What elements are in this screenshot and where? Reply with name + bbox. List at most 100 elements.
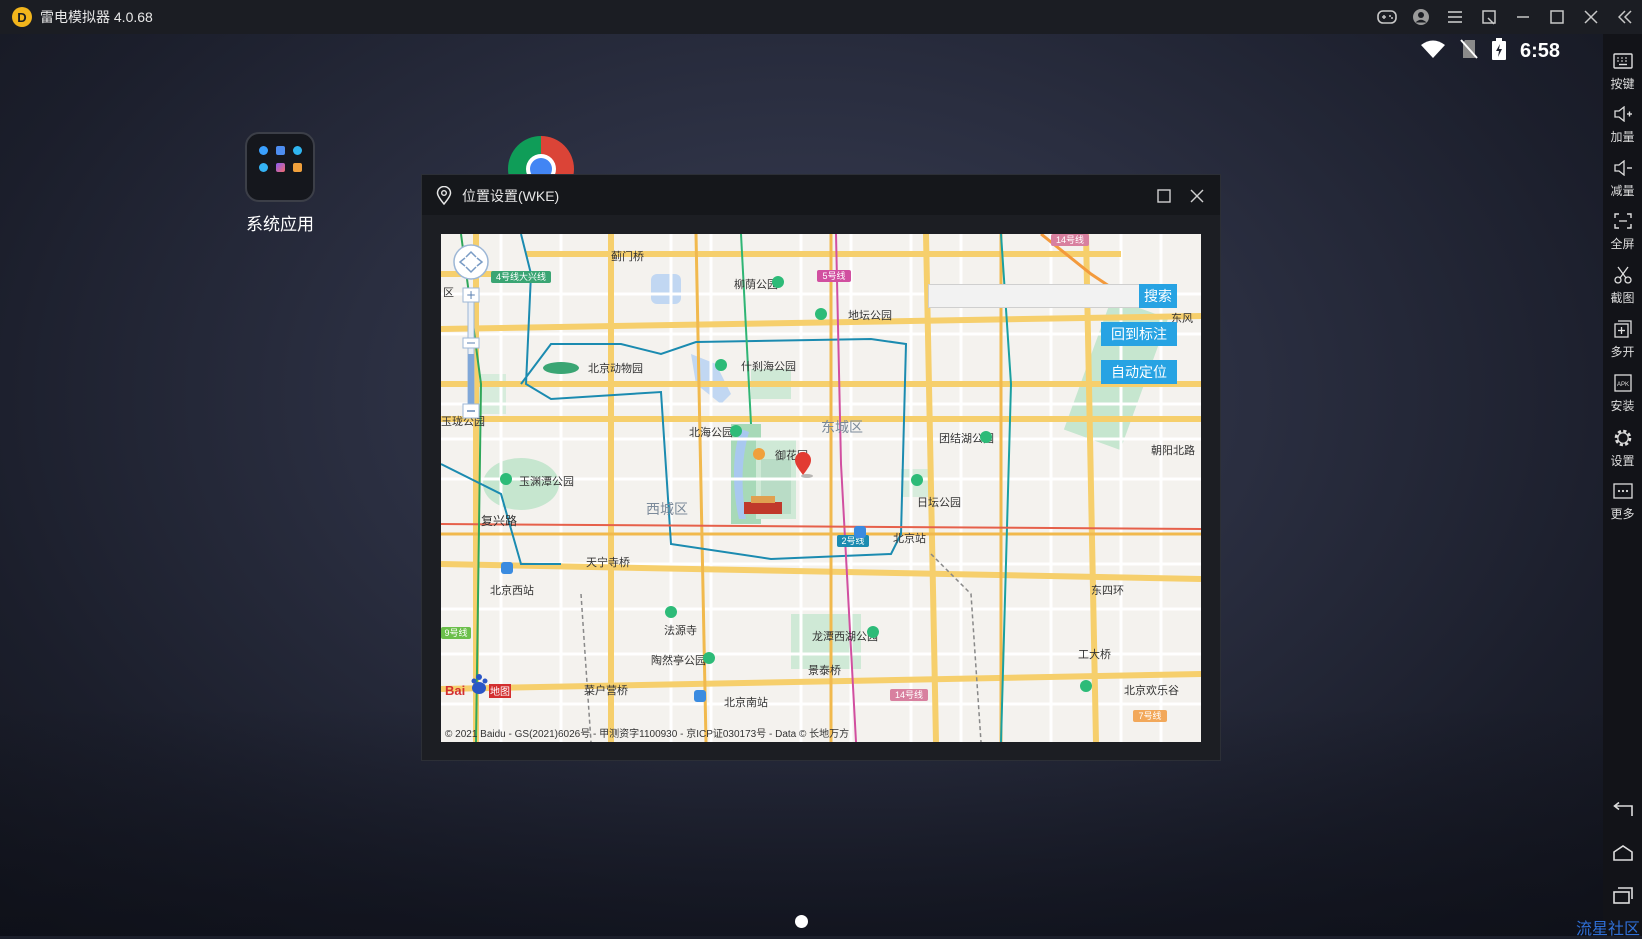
- line-badge-7: 7号线: [1138, 710, 1161, 721]
- location-marker-icon[interactable]: [795, 452, 813, 478]
- place-label: 菜户营桥: [584, 683, 628, 697]
- place-label: 柳荫公园: [734, 277, 778, 291]
- place-label: 陶然亭公园: [651, 653, 706, 667]
- title-controls: [1370, 0, 1642, 34]
- scissors-icon: [1612, 264, 1634, 286]
- svg-text:地图: 地图: [490, 685, 510, 698]
- status-clock: 6:58: [1519, 39, 1560, 62]
- system-apps-folder-icon[interactable]: [245, 132, 315, 202]
- title-bar: D 雷电模拟器 4.0.68: [0, 0, 1642, 34]
- sidebar-item-keymapping[interactable]: 按键: [1603, 46, 1642, 98]
- sidebar-item-multi-instance[interactable]: 多开: [1603, 314, 1642, 366]
- close-icon[interactable]: [1190, 188, 1204, 207]
- svg-text:+: +: [466, 288, 476, 302]
- place-label: 区: [443, 287, 454, 299]
- gear-icon: [1612, 427, 1634, 449]
- sidebar-item-label: 加量: [1610, 130, 1635, 144]
- baidu-map[interactable]: 4号线大兴线 5号线 14号线 2号线 9号线 14号线 7号线 东城区 西城区…: [441, 234, 1201, 742]
- minimize-icon[interactable]: [1506, 0, 1540, 34]
- app-logo-icon: D: [12, 7, 32, 27]
- place-label: 朝阳北路: [1151, 444, 1195, 457]
- place-label: 北京西站: [490, 583, 534, 597]
- app-title: 雷电模拟器 4.0.68: [40, 9, 153, 25]
- sidebar-item-volume-up[interactable]: 加量: [1603, 99, 1642, 151]
- sidebar-item-install-apk[interactable]: APK 安装: [1603, 368, 1642, 420]
- place-label: 景泰桥: [808, 663, 841, 677]
- svg-text:Bai: Bai: [445, 683, 465, 698]
- dialog-header: 位置设置(WKE): [422, 175, 1220, 215]
- sidebar-item-label: 安装: [1610, 399, 1635, 413]
- map-search-input[interactable]: [928, 284, 1140, 308]
- place-label: 北京南站: [724, 695, 768, 709]
- fullscreen-icon: [1612, 210, 1634, 232]
- place-label: 法源寺: [664, 623, 697, 637]
- east-fourth-ring-label: 东四环: [1091, 584, 1124, 597]
- map-copyright: © 2021 Baidu - GS(2021)6026号 - 甲测资字11009…: [445, 729, 850, 740]
- place-label: 工大桥: [1078, 647, 1111, 661]
- close-icon[interactable]: [1574, 0, 1608, 34]
- sidebar-item-label: 多开: [1610, 345, 1635, 359]
- sidebar-item-fullscreen[interactable]: 全屏: [1603, 206, 1642, 258]
- line-badge-4: 4号线大兴线: [496, 271, 546, 282]
- district-label: 西城区: [646, 501, 688, 517]
- more-icon: [1612, 480, 1634, 502]
- apk-icon: APK: [1612, 372, 1634, 394]
- emulator-sidebar: 按键 加量 减量 全屏 截图 多开 APK 安装 设置 更多: [1603, 34, 1642, 936]
- multi-instance-icon: [1612, 318, 1634, 340]
- sidebar-item-label: 按键: [1610, 77, 1635, 91]
- location-pin-icon: [436, 185, 452, 209]
- sidebar-item-label: 设置: [1610, 454, 1635, 468]
- place-label: 北海公园: [689, 425, 733, 439]
- sidebar-item-settings[interactable]: 设置: [1603, 423, 1642, 475]
- sidebar-item-volume-down[interactable]: 减量: [1603, 153, 1642, 205]
- district-label: 东城区: [821, 419, 863, 435]
- line-badge-14: 14号线: [1056, 234, 1084, 245]
- sidebar-item-label: 截图: [1610, 291, 1635, 305]
- home-icon[interactable]: [1612, 844, 1634, 866]
- maximize-icon[interactable]: [1540, 0, 1574, 34]
- svg-text:东四环: 东四环: [1091, 584, 1124, 597]
- map-canvas: 4号线大兴线 5号线 14号线 2号线 9号线 14号线 7号线 东城区 西城区…: [441, 234, 1201, 742]
- menu-icon[interactable]: [1438, 0, 1472, 34]
- sidebar-item-label: 更多: [1610, 507, 1635, 521]
- dialog-title: 位置设置(WKE): [462, 188, 560, 204]
- place-label: 什刹海公园: [741, 359, 796, 373]
- back-icon[interactable]: [1612, 801, 1634, 822]
- account-icon[interactable]: [1404, 0, 1438, 34]
- keyboard-icon: [1612, 50, 1634, 72]
- place-label: 玉渊潭公园: [519, 475, 574, 488]
- sidebar-item-more[interactable]: 更多: [1603, 476, 1642, 528]
- svg-text:APK: APK: [1616, 382, 1628, 388]
- sidebar-item-label: 全屏: [1610, 237, 1635, 251]
- window-mode-icon[interactable]: [1472, 0, 1506, 34]
- line-badge-14b: 14号线: [895, 689, 923, 700]
- battery-charging-icon: [1491, 38, 1506, 64]
- line-badge-9: 9号线: [444, 627, 467, 638]
- place-label: 北京动物园: [588, 361, 643, 375]
- page-indicator: [795, 915, 808, 928]
- search-button[interactable]: 搜索: [1139, 284, 1177, 308]
- place-label: 蓟门桥: [611, 249, 644, 263]
- watermark-text: 流星社区: [1575, 921, 1640, 938]
- location-settings-dialog: 位置设置(WKE) 4号线大兴线 5号线 14号线 2号线 9号线 14号线 7…: [421, 174, 1221, 761]
- sidebar-item-label: 减量: [1610, 184, 1635, 198]
- auto-locate-button[interactable]: 自动定位: [1101, 360, 1177, 384]
- back-to-marker-button[interactable]: 回到标注: [1101, 322, 1177, 346]
- place-label: 复兴路: [481, 513, 517, 528]
- place-label: 北京站: [893, 531, 926, 545]
- place-label: 日坛公园: [917, 496, 961, 509]
- line-badge-5: 5号线: [822, 270, 845, 281]
- gamepad-icon[interactable]: [1370, 0, 1404, 34]
- collapse-sidebar-icon[interactable]: [1608, 0, 1642, 34]
- volume-up-icon: [1612, 103, 1634, 125]
- place-label: 北京欢乐谷: [1124, 683, 1179, 697]
- place-label: 天宁寺桥: [586, 555, 630, 569]
- volume-down-icon: [1612, 157, 1634, 179]
- desktop-app-label: 系统应用: [246, 215, 314, 234]
- no-sim-icon: [1460, 39, 1478, 63]
- maximize-icon[interactable]: [1157, 188, 1171, 207]
- recent-apps-icon[interactable]: [1612, 886, 1634, 908]
- sidebar-item-screenshot[interactable]: 截图: [1603, 260, 1642, 312]
- place-label: 地坛公园: [848, 309, 892, 322]
- status-bar: 6:58: [1420, 38, 1560, 64]
